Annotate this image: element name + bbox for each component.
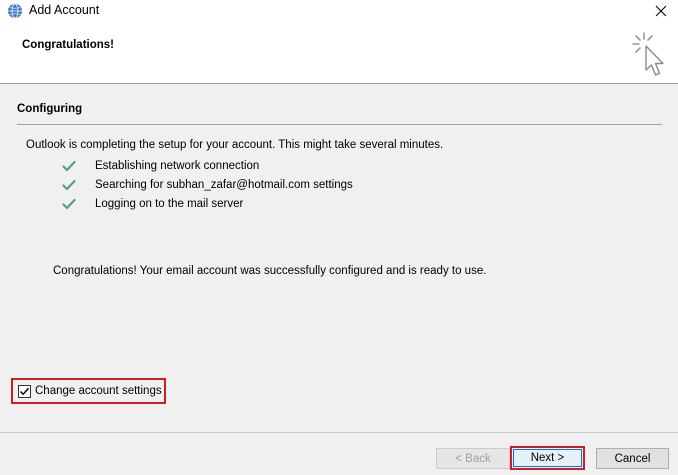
setup-step-label: Searching for subhan_zafar@hotmail.com s… (95, 179, 353, 191)
checkmark-icon (62, 198, 76, 210)
header-title: Congratulations! (22, 39, 114, 51)
section-title: Configuring (17, 103, 83, 115)
change-account-settings-checkbox[interactable]: Change account settings (11, 378, 166, 404)
setup-step-label: Establishing network connection (95, 160, 260, 172)
checkmark-icon (62, 179, 76, 191)
next-button[interactable]: Next > (513, 449, 582, 467)
close-icon (655, 5, 667, 17)
footer-divider (0, 432, 678, 433)
close-button[interactable] (644, 0, 678, 22)
add-account-dialog: Add Account Congratulations! Configuring… (0, 0, 678, 475)
change-account-settings-label[interactable]: Change account settings (35, 385, 162, 397)
checkbox-box[interactable] (18, 384, 31, 398)
section-divider (17, 124, 662, 125)
outlook-globe-icon (8, 3, 22, 19)
title-bar: Add Account (0, 0, 678, 22)
setup-step-label: Logging on to the mail server (95, 198, 244, 210)
checkbox-check-icon (19, 387, 30, 395)
cancel-button[interactable]: Cancel (596, 448, 669, 469)
back-button[interactable]: < Back (436, 448, 510, 469)
setup-step: Searching for subhan_zafar@hotmail.com s… (62, 177, 353, 193)
wizard-header: Congratulations! (0, 22, 678, 84)
setup-step: Logging on to the mail server (62, 196, 243, 212)
window-title: Add Account (29, 3, 100, 17)
setup-intro-text: Outlook is completing the setup for your… (26, 139, 444, 151)
wizard-cursor-icon (632, 32, 664, 76)
checkmark-icon (62, 160, 76, 172)
success-message: Congratulations! Your email account was … (53, 265, 487, 277)
setup-step: Establishing network connection (62, 158, 259, 174)
